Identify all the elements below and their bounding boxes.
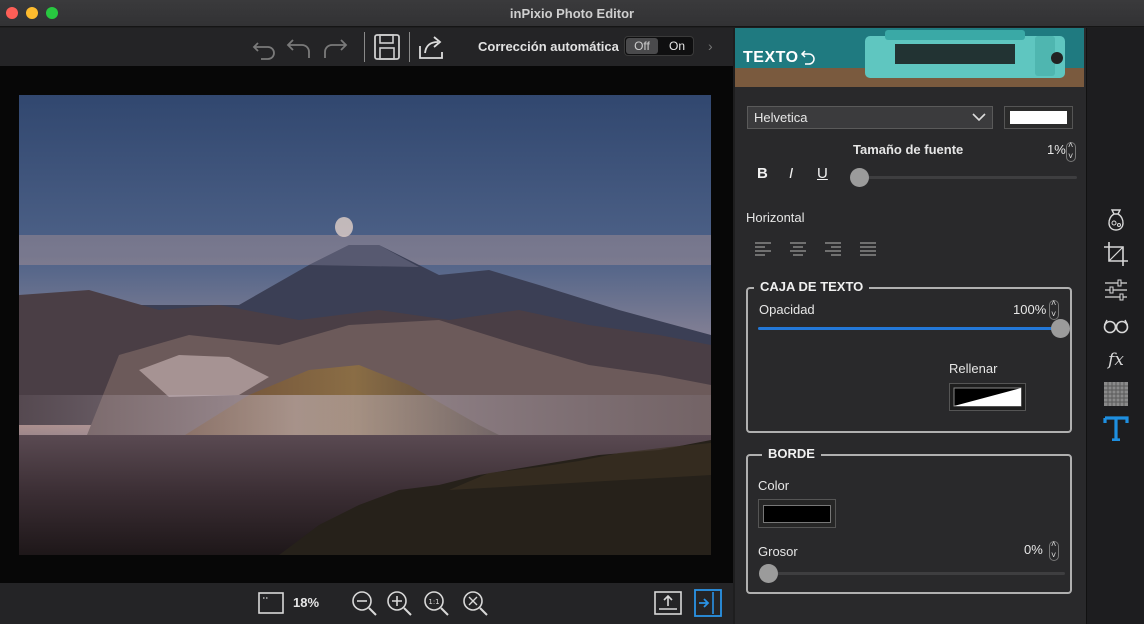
- glasses-icon[interactable]: [1103, 312, 1129, 338]
- zoom-1to1-icon[interactable]: 1:1: [422, 589, 450, 617]
- top-toolbar: Corrección automática Off On ›: [0, 28, 733, 66]
- opacity-slider-knob[interactable]: [1051, 319, 1070, 338]
- panel-toggle-icon[interactable]: [694, 589, 722, 617]
- fill-style-button[interactable]: [949, 383, 1026, 411]
- tool-sidebar: fx: [1086, 28, 1144, 624]
- fit-frame-icon[interactable]: [257, 589, 285, 617]
- panel-title: TEXTO: [743, 49, 799, 66]
- save-icon[interactable]: [372, 32, 402, 62]
- fill-gradient-icon: [953, 387, 1022, 407]
- text-tool-icon[interactable]: [1103, 415, 1129, 441]
- app-window: inPixio Photo Editor Corrección automáti…: [0, 0, 1144, 624]
- bold-button[interactable]: B: [757, 165, 768, 182]
- adjust-sliders-icon[interactable]: [1103, 277, 1129, 303]
- font-size-slider-track[interactable]: [855, 176, 1077, 179]
- toggle-off-option[interactable]: Off: [626, 38, 658, 54]
- edited-photo[interactable]: [19, 95, 711, 555]
- thickness-slider-knob[interactable]: [759, 564, 778, 583]
- svg-text:1:1: 1:1: [428, 598, 439, 606]
- image-canvas[interactable]: [0, 66, 733, 583]
- border-color-picker[interactable]: [758, 499, 836, 528]
- underline-button[interactable]: U: [817, 165, 828, 182]
- share-icon[interactable]: [416, 32, 446, 62]
- undo-all-icon[interactable]: [249, 32, 279, 62]
- zoom-fit-icon[interactable]: [461, 589, 489, 617]
- opacity-label: Opacidad: [759, 302, 815, 317]
- font-size-slider-knob[interactable]: [850, 168, 869, 187]
- toolbar-separator: [409, 32, 410, 62]
- zoom-out-icon[interactable]: [350, 589, 378, 617]
- auto-correction-label: Corrección automática: [478, 39, 619, 54]
- fill-label: Rellenar: [949, 361, 998, 376]
- chevron-right-icon[interactable]: ›: [708, 38, 713, 54]
- align-justify-icon[interactable]: [859, 241, 877, 257]
- font-size-stepper[interactable]: [1066, 140, 1076, 162]
- horizontal-label: Horizontal: [746, 210, 805, 225]
- chevron-down-icon[interactable]: [972, 111, 986, 123]
- opacity-slider-fill: [758, 327, 1060, 330]
- opacity-stepper[interactable]: [1049, 298, 1059, 320]
- align-center-icon[interactable]: [789, 241, 807, 257]
- texture-icon[interactable]: [1103, 381, 1129, 407]
- thickness-stepper[interactable]: [1049, 539, 1059, 561]
- thickness-label: Grosor: [758, 544, 798, 559]
- toggle-on-option[interactable]: On: [661, 38, 693, 54]
- thickness-value: 0%: [1024, 542, 1043, 557]
- toolbar-separator: [364, 32, 365, 62]
- undo-icon[interactable]: [284, 32, 314, 62]
- zoom-in-icon[interactable]: [385, 589, 413, 617]
- auto-correction-toggle[interactable]: Off On: [624, 36, 694, 56]
- font-family-select[interactable]: Helvetica: [747, 106, 993, 129]
- bottom-bar: 18% 1:1: [0, 583, 733, 624]
- text-box-group-title: CAJA DE TEXTO: [754, 279, 870, 294]
- fx-icon[interactable]: fx: [1103, 346, 1129, 372]
- opacity-value: 100%: [1013, 302, 1047, 317]
- zoom-level: 18%: [293, 595, 320, 610]
- window-title: inPixio Photo Editor: [509, 6, 635, 21]
- border-group-title: BORDE: [762, 446, 821, 461]
- thickness-slider-track[interactable]: [759, 572, 1065, 575]
- font-size-label: Tamaño de fuente: [853, 142, 964, 157]
- svg-text:fx: fx: [1106, 350, 1124, 370]
- export-icon[interactable]: [654, 589, 682, 617]
- text-panel: TEXTO Helvetica Tamaño de fuente 1% B I …: [735, 28, 1086, 624]
- align-right-icon[interactable]: [824, 241, 842, 257]
- font-size-value: 1%: [1047, 142, 1066, 157]
- align-left-icon[interactable]: [754, 241, 772, 257]
- border-color-swatch: [763, 505, 831, 523]
- title-bar: inPixio Photo Editor: [0, 0, 1144, 27]
- redo-icon[interactable]: [320, 32, 350, 62]
- font-color-picker[interactable]: [1004, 106, 1073, 129]
- reset-arrow-icon[interactable]: [800, 48, 816, 66]
- opacity-slider-track[interactable]: [758, 327, 1060, 330]
- font-color-swatch: [1010, 111, 1067, 124]
- crop-icon[interactable]: [1103, 241, 1129, 267]
- panel-header: TEXTO: [735, 28, 1084, 87]
- bag-effects-icon[interactable]: [1103, 206, 1129, 232]
- border-color-label: Color: [758, 478, 790, 493]
- italic-button[interactable]: I: [789, 165, 793, 182]
